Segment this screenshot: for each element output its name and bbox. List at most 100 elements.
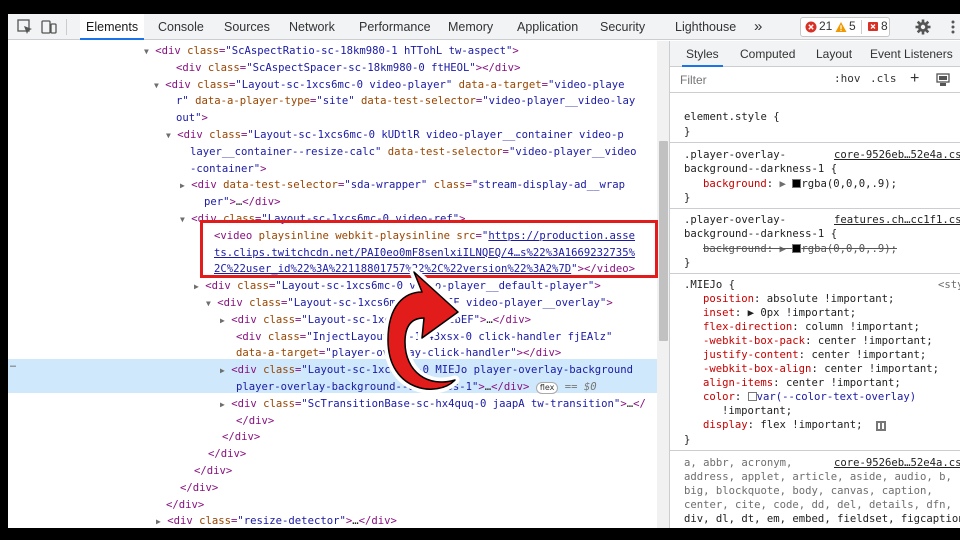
rule1-selector-line1[interactable]: .player-overlay- <box>684 148 786 162</box>
dom-node-line[interactable]: </div> <box>222 429 260 446</box>
css-declaration[interactable]: flex-direction: column !important; <box>703 320 920 334</box>
expand-triangle-icon[interactable]: ▶ <box>220 366 225 375</box>
more-options-icon[interactable] <box>944 18 960 36</box>
css-declaration[interactable]: justify-content: center !important; <box>703 348 926 362</box>
dom-node-line[interactable]: ▼ <div class="Layout-sc-1xcs6mc-0 kfOuIF… <box>206 295 613 312</box>
elements-dom-tree[interactable]: … ▼ <div class="ScAspectRatio-sc-18km980… <box>8 41 665 528</box>
collapse-triangle-icon[interactable]: ▼ <box>180 215 185 224</box>
dom-node-line[interactable]: r" data-a-player-type="site" data-test-s… <box>176 93 635 110</box>
tab-application[interactable]: Application <box>517 14 578 40</box>
css-property[interactable]: align-items <box>703 377 773 389</box>
subtab-layout[interactable]: Layout <box>816 41 852 67</box>
ua-selector-line[interactable]: big, blockquote, body, canvas, caption, <box>684 484 933 498</box>
dom-node-line[interactable]: out"> <box>176 110 208 127</box>
dom-node-line[interactable]: </div> <box>208 446 246 463</box>
dom-node-line[interactable]: 2C%22user_id%22%3A%22118801757%22%2C%22v… <box>214 261 635 278</box>
css-property[interactable]: position <box>703 293 754 305</box>
rule2-property[interactable]: background <box>703 243 767 255</box>
dom-node-line[interactable]: <div class="ScAspectSpacer-sc-18km980-0 … <box>176 60 520 77</box>
elements-scrollbar[interactable] <box>657 41 669 528</box>
dom-node-line[interactable]: ▶ <div class="Layout-sc-1xcs6mc-0 fYzbEF… <box>220 312 531 329</box>
new-style-rule-button[interactable]: + <box>910 66 919 92</box>
expand-triangle[interactable]: ▶ <box>780 243 786 255</box>
rule2-selector-line2[interactable]: background--darkness-1 { <box>684 227 837 241</box>
expand-triangle-icon[interactable]: ▶ <box>180 181 185 190</box>
ua-selector-line[interactable]: a, abbr, acronym, <box>684 456 792 470</box>
collapse-triangle-icon[interactable]: ▼ <box>144 47 149 56</box>
ua-rule-source-link[interactable]: core-9526eb…52e4a.css:1 <box>834 456 960 470</box>
rule1-source-link[interactable]: core-9526eb…52e4a.css:1 <box>834 148 960 162</box>
css-property[interactable]: flex-direction <box>703 321 792 333</box>
css-property[interactable]: color <box>703 391 735 403</box>
css-declaration[interactable]: position: absolute !important; <box>703 292 894 306</box>
css-declaration[interactable]: color: var(--color-text-overlay) <box>703 390 916 404</box>
expand-triangle-icon[interactable]: ▶ <box>220 316 225 325</box>
dom-node-line[interactable]: ts.clips.twitchcdn.net/PAI0eo0mF8senlxiI… <box>214 245 635 262</box>
dom-node-line[interactable]: player-overlay-background--darkness-1">…… <box>236 379 597 396</box>
css-value[interactable]: !important; <box>722 405 792 417</box>
dom-node-line[interactable]: ▶ <div class="ScTransitionBase-sc-hx4quq… <box>220 396 646 413</box>
css-value[interactable]: column !important; <box>805 321 920 333</box>
dom-node-line[interactable]: ▼ <div class="ScAspectRatio-sc-18km980-1… <box>144 43 519 60</box>
css-property[interactable]: -webkit-box-align <box>703 363 811 375</box>
dom-node-line[interactable]: ▼ <div class="Layout-sc-1xcs6mc-0 video-… <box>180 211 466 228</box>
inspect-element-icon[interactable] <box>16 18 34 36</box>
expand-triangle-icon[interactable]: ▶ <box>220 400 225 409</box>
tab-performance[interactable]: Performance <box>359 14 431 40</box>
css-declaration[interactable]: align-items: center !important; <box>703 376 901 390</box>
expand-triangle-icon[interactable]: ▶ <box>156 517 161 526</box>
more-tabs-button[interactable]: » <box>754 14 762 40</box>
css-declaration[interactable]: display: flex !important; <box>703 418 862 432</box>
cls-toggle[interactable]: .cls <box>870 66 897 92</box>
collapse-triangle-icon[interactable]: ▼ <box>154 81 159 90</box>
css-value[interactable]: center !important; <box>811 349 926 361</box>
flexbox-editor-icon[interactable] <box>876 421 886 431</box>
css-property[interactable]: justify-content <box>703 349 799 361</box>
collapse-triangle-icon[interactable]: ▼ <box>206 299 211 308</box>
tab-network[interactable]: Network <box>289 14 335 40</box>
rule2-source-link[interactable]: features.ch…cc1f1.css:1 <box>834 213 960 227</box>
dom-node-line[interactable]: ▶ <div data-test-selector="sda-wrapper" … <box>180 177 625 194</box>
dom-node-line[interactable]: ▼ <div class="Layout-sc-1xcs6mc-0 video-… <box>154 77 625 94</box>
tab-lighthouse[interactable]: Lighthouse <box>675 14 736 40</box>
css-value[interactable]: center !important; <box>824 363 939 375</box>
ua-selector-line[interactable]: figure, footer, form, h1, h2, h3, h4, h5… <box>684 526 960 528</box>
dom-node-line[interactable]: per">…</div> <box>204 194 281 211</box>
styles-filter-input[interactable] <box>680 72 810 88</box>
rule2-value[interactable]: rgba(0,0,0,.9); <box>801 243 897 255</box>
expand-triangle[interactable]: ▶ <box>780 178 786 190</box>
css-value[interactable]: ▶ 0px !important; <box>748 307 856 319</box>
ua-selector-line[interactable]: div, dl, dt, em, embed, fieldset, figcap… <box>684 512 960 526</box>
css-declaration[interactable]: !important; <box>722 404 792 418</box>
computed-styles-toggle-icon[interactable] <box>936 73 950 87</box>
hov-toggle[interactable]: :hov <box>834 66 861 92</box>
color-swatch[interactable] <box>747 392 757 401</box>
tab-console[interactable]: Console <box>158 14 204 40</box>
rule1-value[interactable]: rgba(0,0,0,.9); <box>801 178 897 190</box>
css-value[interactable]: center !important; <box>786 377 901 389</box>
device-toolbar-icon[interactable] <box>40 18 58 36</box>
rule3-source[interactable]: <style> <box>938 278 960 292</box>
node-ellipsis[interactable]: … <box>10 359 16 370</box>
tab-memory[interactable]: Memory <box>448 14 493 40</box>
rule2-selector-line1[interactable]: .player-overlay- <box>684 213 786 227</box>
tab-elements[interactable]: Elements <box>80 14 145 40</box>
dom-node-line[interactable]: ▶ <div class="Layout-sc-1xcs6mc-0 MIEJo … <box>220 362 633 379</box>
css-property[interactable]: -webkit-box-pack <box>703 335 805 347</box>
dom-node-line[interactable]: ▼ <div class="Layout-sc-1xcs6mc-0 kUDtlR… <box>166 127 624 144</box>
css-value[interactable]: var(--color-text-overlay) <box>757 391 916 403</box>
expand-triangle-icon[interactable]: ▶ <box>194 282 199 291</box>
css-declaration[interactable]: -webkit-box-align: center !important; <box>703 362 939 376</box>
subtab-computed[interactable]: Computed <box>740 41 795 67</box>
tab-security[interactable]: Security <box>600 14 645 40</box>
dom-node-line[interactable]: </div> <box>236 413 274 430</box>
ua-selector-line[interactable]: center, cite, code, dd, del, details, df… <box>684 498 952 512</box>
settings-gear-icon[interactable] <box>914 18 932 36</box>
tab-sources[interactable]: Sources <box>224 14 270 40</box>
dom-node-line[interactable]: ▶ <div class="Layout-sc-1xcs6mc-0 video-… <box>194 278 601 295</box>
dom-node-line[interactable]: layer__container--resize-calc" data-test… <box>190 144 637 161</box>
css-declaration[interactable]: inset: ▶ 0px !important; <box>703 306 856 320</box>
dom-node-line[interactable]: data-a-target="player-overlay-click-hand… <box>236 345 561 362</box>
subtab-styles[interactable]: Styles <box>682 41 723 67</box>
dom-node-line[interactable]: ▶ <div class="resize-detector">…</div> <box>156 513 397 528</box>
